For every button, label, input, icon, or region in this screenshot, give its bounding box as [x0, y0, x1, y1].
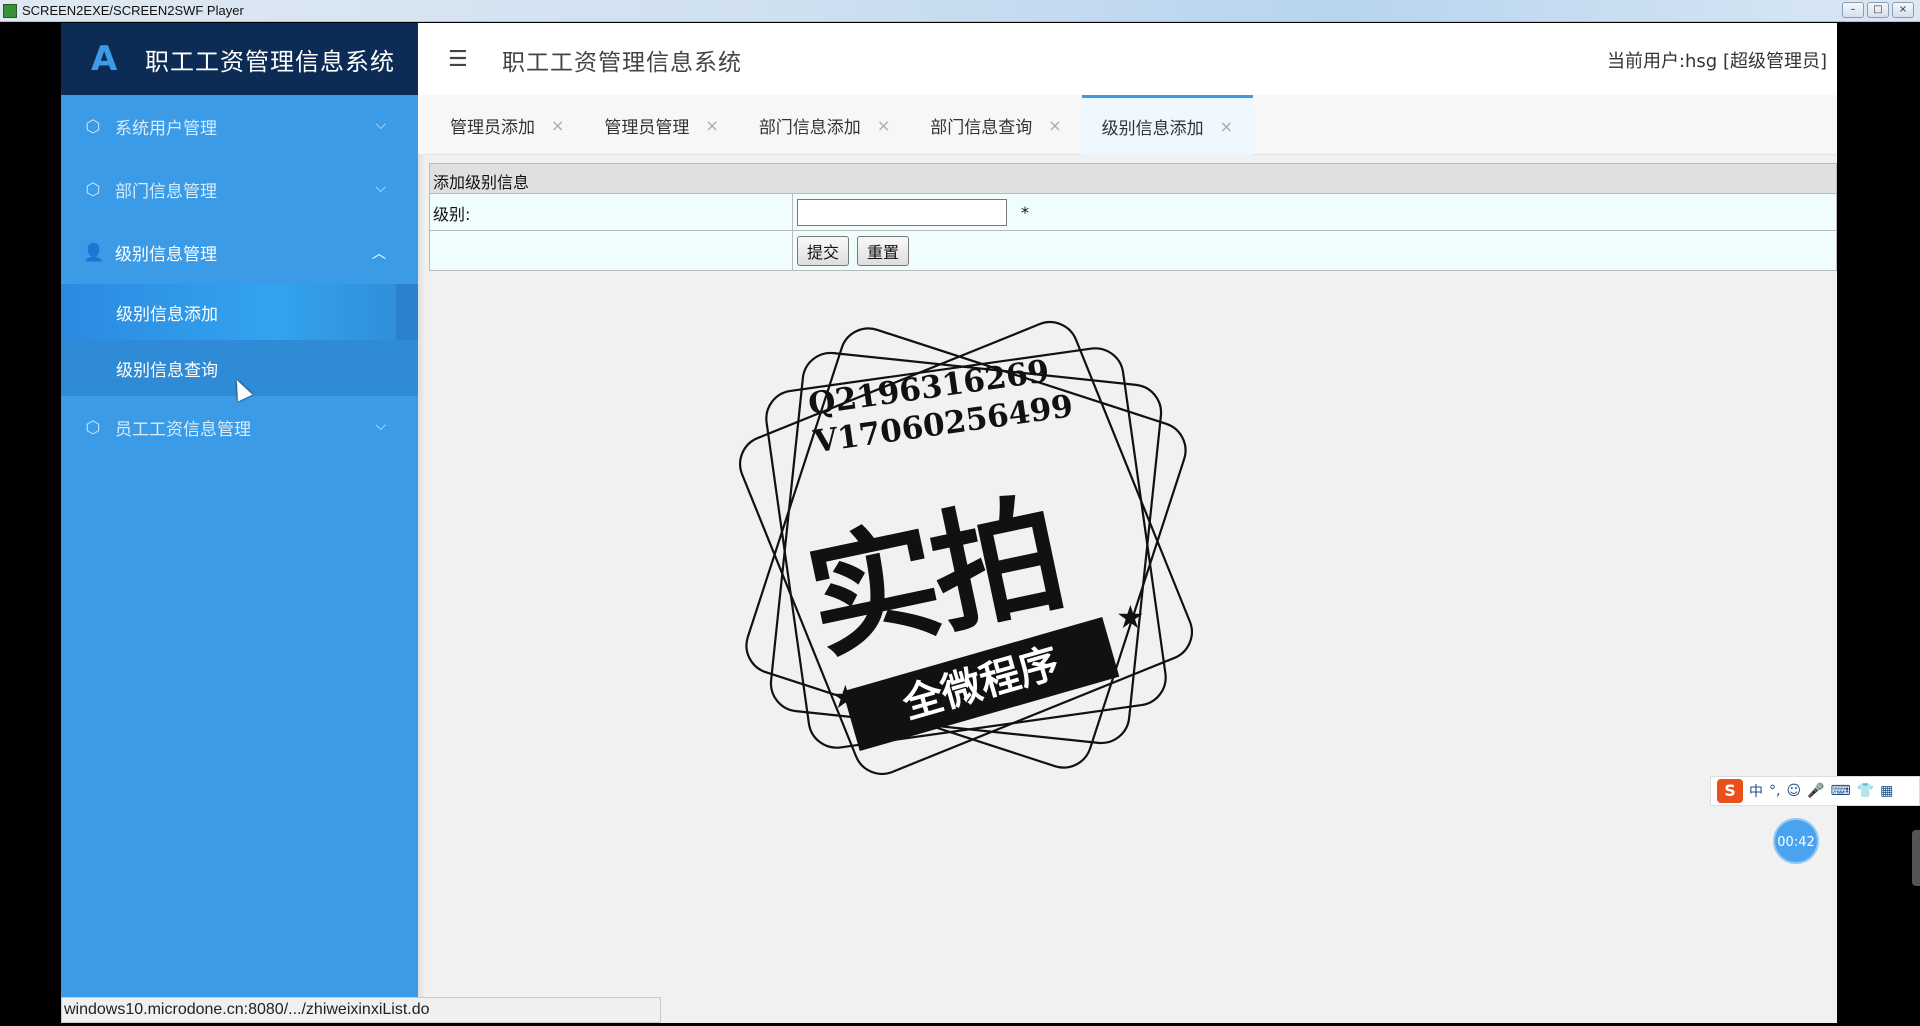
- empty-cell: [430, 231, 793, 270]
- page-title: 职工工资管理信息系统: [502, 50, 742, 76]
- menu-toggle-icon[interactable]: ☰: [448, 47, 468, 72]
- tab-admin-manage[interactable]: 管理员管理 ×: [584, 95, 738, 155]
- tab-admin-add[interactable]: 管理员添加 ×: [430, 95, 584, 155]
- microphone-icon[interactable]: 🎤: [1807, 783, 1824, 799]
- window-controls: – □ ×: [1842, 2, 1914, 18]
- tab-bar: 管理员添加 × 管理员管理 × 部门信息添加 × 部门信息查询 × 级别信息添加…: [418, 95, 1837, 155]
- sidebar: A 职工工资管理信息系统 ⬡ 系统用户管理 ⌵ ⬡ 部门信息管理 ⌵ 👤 级别信…: [61, 23, 418, 1023]
- ime-mode[interactable]: 中: [1749, 781, 1763, 801]
- header: ☰ 职工工资管理信息系统 当前用户:hsg [超级管理员]: [418, 23, 1837, 95]
- required-mark: *: [1021, 202, 1029, 222]
- window-title-bar: SCREEN2EXE/SCREEN2SWF Player – □ ×: [0, 0, 1920, 22]
- app-viewport: A 职工工资管理信息系统 ⬡ 系统用户管理 ⌵ ⬡ 部门信息管理 ⌵ 👤 级别信…: [61, 23, 1837, 1023]
- watermark-stamp: Q2196316269 V17060256499 实拍 全微程序 ★ ★: [716, 298, 1216, 798]
- window-title: SCREEN2EXE/SCREEN2SWF Player: [22, 3, 244, 18]
- sidebar-item-salary[interactable]: ⬡ 员工工资信息管理 ⌵: [61, 396, 418, 459]
- level-field-cell: *: [793, 194, 1836, 230]
- sidebar-subitem-level-add[interactable]: 级别信息添加: [61, 284, 418, 340]
- cube-icon: ⬡: [85, 179, 101, 200]
- system-name: 职工工资管理信息系统: [145, 47, 395, 76]
- sidebar-shadow: [418, 95, 426, 1023]
- form-row-actions: 提交 重置: [429, 231, 1837, 271]
- form-title: 添加级别信息: [429, 163, 1837, 194]
- ime-punct[interactable]: °,: [1769, 783, 1780, 799]
- keyboard-icon[interactable]: ⌨: [1831, 783, 1851, 799]
- status-url: windows10.microdone.cn:8080/.../zhiweixi…: [61, 997, 661, 1023]
- edge-widget[interactable]: [1912, 830, 1920, 886]
- skin-icon[interactable]: 👕: [1857, 783, 1874, 799]
- tab-label: 管理员添加: [450, 117, 535, 138]
- tab-level-add[interactable]: 级别信息添加 ×: [1081, 95, 1254, 155]
- tab-label: 级别信息添加: [1101, 119, 1204, 139]
- star-icon: ★: [1116, 598, 1145, 636]
- sidebar-item-department[interactable]: ⬡ 部门信息管理 ⌵: [61, 158, 418, 221]
- recording-timer[interactable]: 00:42: [1773, 818, 1819, 864]
- tab-label: 部门信息添加: [758, 117, 861, 138]
- current-user: 当前用户:hsg [超级管理员]: [1606, 51, 1827, 72]
- close-button[interactable]: ×: [1892, 2, 1914, 18]
- submit-button[interactable]: 提交: [797, 235, 850, 266]
- maximize-button[interactable]: □: [1867, 2, 1889, 18]
- cube-icon: ⬡: [85, 417, 101, 438]
- minimize-button[interactable]: –: [1842, 2, 1864, 18]
- tab-label: 管理员管理: [604, 117, 690, 138]
- emoji-icon[interactable]: ☺: [1786, 783, 1801, 799]
- reset-button[interactable]: 重置: [857, 235, 910, 266]
- actions-cell: 提交 重置: [793, 231, 1836, 270]
- sidebar-item-label: 部门信息管理: [115, 182, 217, 202]
- level-input[interactable]: [797, 198, 1007, 226]
- close-icon[interactable]: ×: [705, 116, 718, 135]
- brand-bar: A 职工工资管理信息系统: [61, 23, 418, 95]
- sidebar-item-level[interactable]: 👤 级别信息管理 ︿: [61, 221, 418, 284]
- tab-label: 部门信息查询: [930, 117, 1033, 138]
- logo-icon: A: [91, 39, 118, 79]
- close-icon[interactable]: ×: [877, 116, 890, 135]
- ime-toolbar: S 中 °, ☺ 🎤 ⌨ 👕 ▦: [1710, 776, 1920, 806]
- sidebar-item-system-users[interactable]: ⬡ 系统用户管理 ⌵: [61, 95, 418, 158]
- sidebar-item-label: 系统用户管理: [115, 119, 217, 139]
- chevron-up-icon: ︿: [372, 246, 386, 262]
- form-row-level: 级别: *: [429, 194, 1837, 231]
- app-icon: [3, 4, 17, 18]
- sidebar-item-label: 级别信息管理: [115, 245, 217, 265]
- level-label: 级别:: [430, 194, 793, 230]
- sidebar-item-label: 员工工资信息管理: [115, 420, 251, 440]
- close-icon[interactable]: ×: [551, 116, 564, 135]
- tab-department-add[interactable]: 部门信息添加 ×: [739, 95, 910, 155]
- star-icon: ★: [831, 678, 860, 716]
- close-icon[interactable]: ×: [1220, 117, 1233, 136]
- close-icon[interactable]: ×: [1048, 116, 1061, 135]
- grid-icon[interactable]: ▦: [1880, 783, 1893, 799]
- cube-icon: ⬡: [85, 116, 101, 137]
- chevron-down-icon: ⌵: [375, 117, 386, 133]
- chevron-down-icon: ⌵: [375, 418, 386, 434]
- tab-department-query[interactable]: 部门信息查询 ×: [910, 95, 1081, 155]
- chevron-down-icon: ⌵: [375, 180, 386, 196]
- level-add-form: 添加级别信息 级别: * 提交 重置: [429, 163, 1837, 271]
- user-icon: 👤: [83, 242, 105, 263]
- sogou-logo-icon[interactable]: S: [1717, 779, 1743, 803]
